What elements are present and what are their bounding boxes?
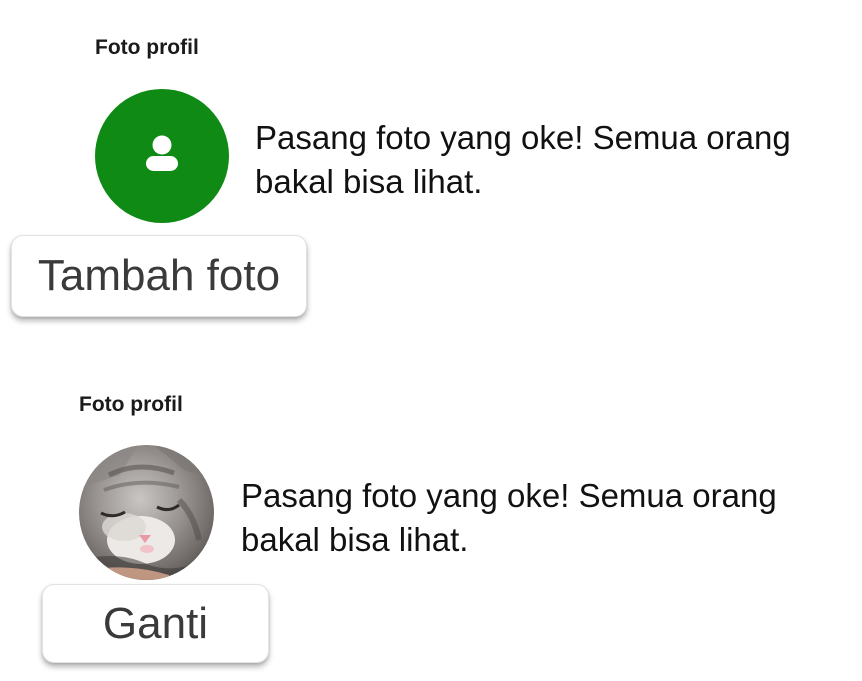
person-icon	[146, 135, 178, 171]
photo-description: Pasang foto yang oke! Semua orang bakal …	[241, 477, 777, 558]
change-photo-button[interactable]: Ganti	[42, 584, 269, 663]
photo-description: Pasang foto yang oke! Semua orang bakal …	[255, 119, 791, 200]
add-photo-button[interactable]: Tambah foto	[11, 235, 307, 317]
profile-photo[interactable]	[79, 445, 214, 580]
sleeping-cat-photo	[79, 445, 214, 580]
section-label: Foto profil	[79, 393, 183, 416]
default-avatar[interactable]	[95, 89, 229, 223]
section-label: Foto profil	[95, 36, 199, 59]
